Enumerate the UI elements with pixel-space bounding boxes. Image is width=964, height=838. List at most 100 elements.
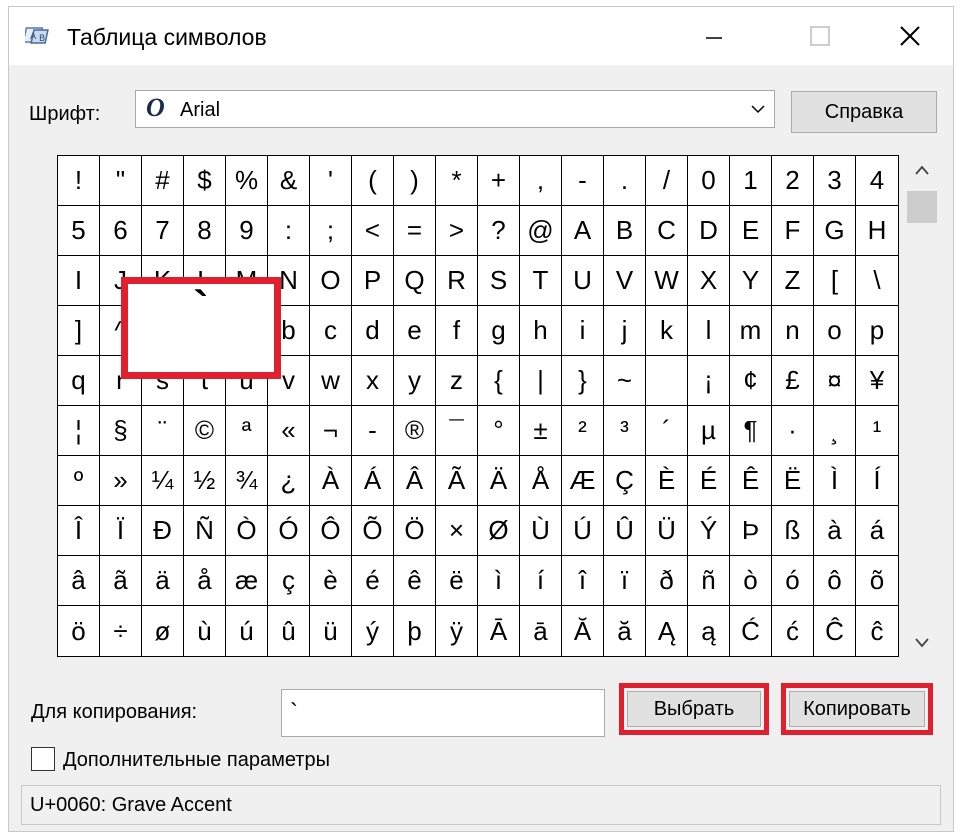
char-cell[interactable]: ¤ <box>814 356 856 406</box>
char-cell[interactable]: Ì <box>814 456 856 506</box>
scroll-up-button[interactable] <box>905 155 939 185</box>
char-cell[interactable]: å <box>184 556 226 606</box>
char-cell[interactable]: l <box>688 306 730 356</box>
char-cell[interactable]: o <box>814 306 856 356</box>
vertical-scrollbar[interactable] <box>905 155 939 657</box>
char-cell[interactable]: é <box>352 556 394 606</box>
char-cell[interactable]: - <box>352 406 394 456</box>
char-cell[interactable]: Î <box>58 506 100 556</box>
copy-input[interactable] <box>281 689 605 737</box>
char-cell[interactable]: µ <box>688 406 730 456</box>
char-cell[interactable]: Z <box>772 256 814 306</box>
char-cell[interactable]: Ą <box>646 606 688 656</box>
char-cell[interactable]: ë <box>436 556 478 606</box>
char-cell[interactable]: R <box>436 256 478 306</box>
char-cell[interactable]: D <box>688 206 730 256</box>
char-cell[interactable]: Õ <box>352 506 394 556</box>
char-cell[interactable]: ø <box>142 606 184 656</box>
char-cell[interactable]: ´ <box>646 406 688 456</box>
char-cell[interactable]: ¯ <box>436 406 478 456</box>
char-cell[interactable]: ê <box>394 556 436 606</box>
char-cell[interactable]: ± <box>520 406 562 456</box>
char-cell[interactable]: F <box>772 206 814 256</box>
char-cell[interactable]: ¢ <box>730 356 772 406</box>
char-cell[interactable]: â <box>58 556 100 606</box>
char-cell[interactable]: Ê <box>730 456 772 506</box>
copy-button[interactable]: Копировать <box>789 691 925 727</box>
char-cell[interactable]: < <box>352 206 394 256</box>
char-cell[interactable]: Ñ <box>184 506 226 556</box>
char-cell[interactable]: ~ <box>604 356 646 406</box>
char-cell[interactable]: . <box>604 156 646 206</box>
char-cell[interactable]: n <box>772 306 814 356</box>
scroll-thumb[interactable] <box>907 191 937 223</box>
char-cell[interactable]: - <box>562 156 604 206</box>
chevron-down-icon[interactable] <box>750 101 766 117</box>
char-cell[interactable]: Ú <box>562 506 604 556</box>
char-cell[interactable]: ° <box>478 406 520 456</box>
char-cell[interactable]: = <box>394 206 436 256</box>
char-cell[interactable]: ą <box>688 606 730 656</box>
char-cell[interactable]: Ü <box>646 506 688 556</box>
char-cell[interactable]: ) <box>394 156 436 206</box>
char-cell[interactable]: ç <box>268 556 310 606</box>
char-cell[interactable]: > <box>436 206 478 256</box>
font-dropdown[interactable]: O Arial <box>135 90 775 128</box>
char-cell[interactable]: % <box>226 156 268 206</box>
char-cell[interactable]: ý <box>352 606 394 656</box>
char-cell[interactable]: [ <box>814 256 856 306</box>
char-cell[interactable]: q <box>58 356 100 406</box>
char-cell[interactable]: : <box>268 206 310 256</box>
char-cell[interactable]: ö <box>58 606 100 656</box>
char-cell[interactable]: 4 <box>856 156 898 206</box>
char-cell[interactable]: Ă <box>562 606 604 656</box>
char-cell[interactable]: ¸ <box>814 406 856 456</box>
char-cell[interactable]: ó <box>772 556 814 606</box>
char-cell[interactable]: ć <box>772 606 814 656</box>
char-cell[interactable] <box>646 356 688 406</box>
char-cell[interactable]: Ä <box>478 456 520 506</box>
char-cell[interactable]: 7 <box>142 206 184 256</box>
char-cell[interactable]: W <box>646 256 688 306</box>
char-cell[interactable]: « <box>268 406 310 456</box>
char-cell[interactable]: § <box>100 406 142 456</box>
char-cell[interactable]: ò <box>730 556 772 606</box>
char-cell[interactable]: ¾ <box>226 456 268 506</box>
char-cell[interactable]: k <box>646 306 688 356</box>
char-cell[interactable]: ì <box>478 556 520 606</box>
char-cell[interactable]: Ï <box>100 506 142 556</box>
char-cell[interactable]: g <box>478 306 520 356</box>
char-cell[interactable]: ] <box>58 306 100 356</box>
char-cell[interactable]: c <box>310 306 352 356</box>
char-cell[interactable]: I <box>58 256 100 306</box>
close-button[interactable] <box>875 7 945 65</box>
advanced-options-label[interactable]: Дополнительные параметры <box>63 749 330 772</box>
advanced-options-checkbox[interactable] <box>31 747 55 771</box>
char-cell[interactable]: 3 <box>814 156 856 206</box>
char-cell[interactable]: 9 <box>226 206 268 256</box>
char-cell[interactable]: Ù <box>520 506 562 556</box>
char-cell[interactable]: O <box>310 256 352 306</box>
char-cell[interactable]: " <box>100 156 142 206</box>
char-cell[interactable]: Ô <box>310 506 352 556</box>
char-cell[interactable]: £ <box>772 356 814 406</box>
char-cell[interactable]: á <box>856 506 898 556</box>
char-cell[interactable]: ¶ <box>730 406 772 456</box>
char-cell[interactable]: d <box>352 306 394 356</box>
char-cell[interactable]: ă <box>604 606 646 656</box>
char-cell[interactable]: ² <box>562 406 604 456</box>
char-cell[interactable]: x <box>352 356 394 406</box>
char-cell[interactable]: ! <box>58 156 100 206</box>
char-cell[interactable]: ¿ <box>268 456 310 506</box>
char-cell[interactable]: + <box>478 156 520 206</box>
char-cell[interactable]: 5 <box>58 206 100 256</box>
char-cell[interactable]: í <box>520 556 562 606</box>
char-cell[interactable]: · <box>772 406 814 456</box>
char-cell[interactable]: 0 <box>688 156 730 206</box>
char-cell[interactable]: U <box>562 256 604 306</box>
char-cell[interactable]: G <box>814 206 856 256</box>
char-cell[interactable]: ï <box>604 556 646 606</box>
char-cell[interactable]: p <box>856 306 898 356</box>
char-cell[interactable]: P <box>352 256 394 306</box>
char-cell[interactable]: , <box>520 156 562 206</box>
